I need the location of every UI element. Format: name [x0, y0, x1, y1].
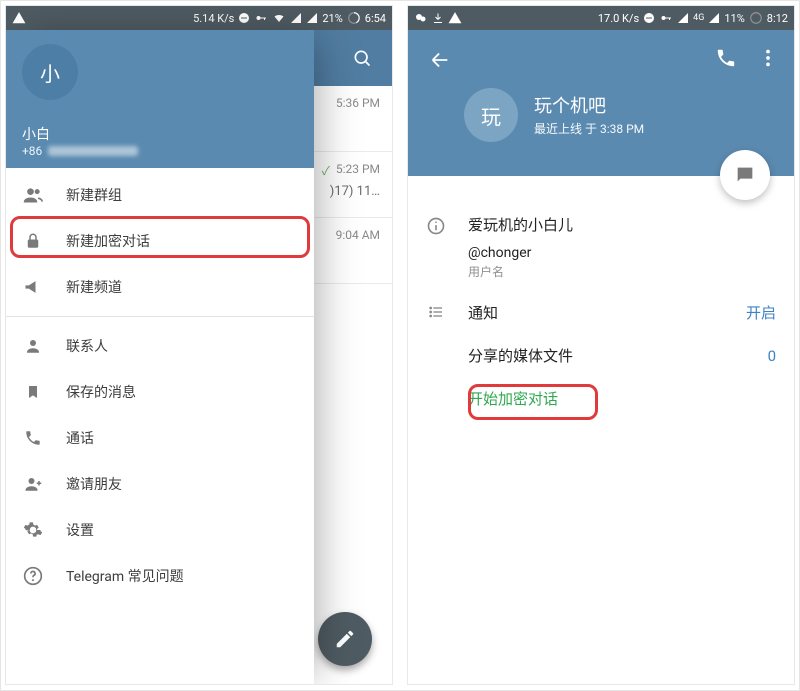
drawer-item-label: 联系人	[66, 336, 108, 356]
status-battery: 11%	[724, 12, 744, 25]
profile-bio: 爱玩机的小白儿	[468, 214, 776, 235]
signal-icon-2	[708, 12, 720, 24]
info-section: 爱玩机的小白儿 @chonger 用户名	[426, 214, 776, 280]
chat-preview: )17) 11…	[330, 184, 380, 199]
profile-handle[interactable]: @chonger	[468, 245, 776, 261]
phone-icon	[22, 429, 44, 447]
status-bar: 17.0 K/s 4G 11% 8:12	[408, 6, 794, 30]
help-icon	[22, 566, 44, 586]
nav-drawer: 小 小白 +86 新建群组 新建加密对话	[6, 30, 314, 684]
info-icon	[426, 216, 446, 236]
add-person-icon	[22, 475, 44, 493]
drawer-list: 新建群组 新建加密对话 新建频道 联系人 保存的消息	[6, 168, 314, 599]
shared-media-row[interactable]: 分享的媒体文件 0	[468, 345, 776, 366]
status-time: 6:54	[365, 12, 386, 25]
battery-ring-icon	[749, 11, 763, 25]
drawer-item-label: 设置	[66, 520, 94, 540]
drawer-item-label: 新建加密对话	[66, 231, 150, 251]
download-icon	[432, 12, 444, 24]
wechat-icon	[414, 12, 428, 24]
profile-header: 玩 玩个机吧 最近上线 于 3:38 PM	[408, 30, 794, 176]
drawer-item-label: Telegram 常见问题	[66, 566, 184, 586]
warning-icon	[12, 11, 26, 25]
status-time: 8:12	[767, 12, 788, 25]
bookmark-icon	[22, 382, 44, 402]
back-button[interactable]	[422, 42, 458, 78]
phone-left: 5.14 K/s 21% 6:54 5:36 PM ✓ 5	[5, 5, 393, 685]
drawer-item-label: 新建群组	[66, 185, 122, 205]
drawer-item-settings[interactable]: 设置	[6, 507, 314, 553]
shared-media-value: 0	[768, 347, 776, 365]
separator	[6, 316, 314, 317]
more-button[interactable]	[750, 40, 786, 76]
drawer-username: 小白	[22, 124, 138, 144]
start-secret-chat[interactable]: 开始加密对话	[468, 390, 558, 408]
profile-avatar[interactable]: 玩	[464, 88, 518, 142]
dnd-icon	[643, 12, 655, 24]
drawer-item-contacts[interactable]: 联系人	[6, 323, 314, 369]
profile-body: 爱玩机的小白儿 @chonger 用户名 通知 开启 分享的媒体文件 0	[408, 176, 794, 409]
drawer-header: 小 小白 +86	[6, 30, 314, 168]
message-fab[interactable]	[720, 150, 770, 200]
status-net: 4G	[693, 13, 704, 23]
profile-last-seen: 最近上线 于 3:38 PM	[534, 120, 644, 137]
wifi-icon	[272, 12, 286, 24]
chat-time: 5:36 PM	[336, 96, 380, 110]
call-button[interactable]	[708, 40, 744, 76]
drawer-item-new-secret[interactable]: 新建加密对话	[6, 218, 314, 264]
signal-icon	[677, 12, 689, 24]
gear-icon	[22, 520, 44, 540]
signal-icon-2	[306, 12, 318, 24]
drawer-item-label: 新建频道	[66, 277, 122, 297]
list-icon	[426, 304, 446, 320]
redacted-phone	[48, 146, 138, 156]
dnd-icon	[238, 12, 250, 24]
avatar-letter: 小	[40, 58, 60, 87]
drawer-item-new-channel[interactable]: 新建频道	[6, 264, 314, 310]
status-speed: 17.0 K/s	[598, 12, 639, 25]
profile-name: 玩个机吧	[534, 92, 644, 118]
settings-section: 通知 开启 分享的媒体文件 0 开始加密对话	[426, 302, 776, 409]
compose-fab[interactable]	[318, 612, 372, 666]
phone-right: 17.0 K/s 4G 11% 8:12	[407, 5, 795, 685]
drawer-phone-prefix: +86	[22, 144, 42, 158]
notifications-value: 开启	[746, 302, 776, 323]
status-battery: 21%	[322, 12, 342, 25]
signal-icon	[290, 12, 302, 24]
drawer-item-invite[interactable]: 邀请朋友	[6, 461, 314, 507]
status-speed: 5.14 K/s	[193, 12, 234, 25]
megaphone-icon	[22, 277, 44, 297]
drawer-item-label: 保存的消息	[66, 382, 136, 402]
drawer-item-saved[interactable]: 保存的消息	[6, 369, 314, 415]
vpn-key-icon	[254, 12, 268, 24]
notifications-row[interactable]: 通知 开启	[468, 302, 776, 323]
avatar-letter: 玩	[481, 101, 501, 130]
group-icon	[22, 185, 44, 205]
search-icon[interactable]	[344, 40, 380, 76]
battery-ring-icon	[347, 11, 361, 25]
drawer-item-new-group[interactable]: 新建群组	[6, 172, 314, 218]
lock-icon	[22, 231, 44, 251]
status-bar: 5.14 K/s 21% 6:54	[6, 6, 392, 30]
vpn-key-icon	[659, 12, 673, 24]
drawer-item-calls[interactable]: 通话	[6, 415, 314, 461]
drawer-item-faq[interactable]: Telegram 常见问题	[6, 553, 314, 599]
chat-time: 9:04 AM	[336, 228, 380, 242]
shared-media-label: 分享的媒体文件	[468, 345, 573, 366]
warning-icon	[448, 11, 462, 25]
profile-handle-caption: 用户名	[468, 263, 776, 280]
notifications-label: 通知	[468, 302, 498, 323]
drawer-item-label: 通话	[66, 428, 94, 448]
drawer-item-label: 邀请朋友	[66, 474, 122, 494]
avatar[interactable]: 小	[22, 44, 78, 100]
contact-icon	[22, 337, 44, 355]
check-icon: ✓	[322, 162, 330, 179]
chat-time: 5:23 PM	[336, 162, 380, 176]
